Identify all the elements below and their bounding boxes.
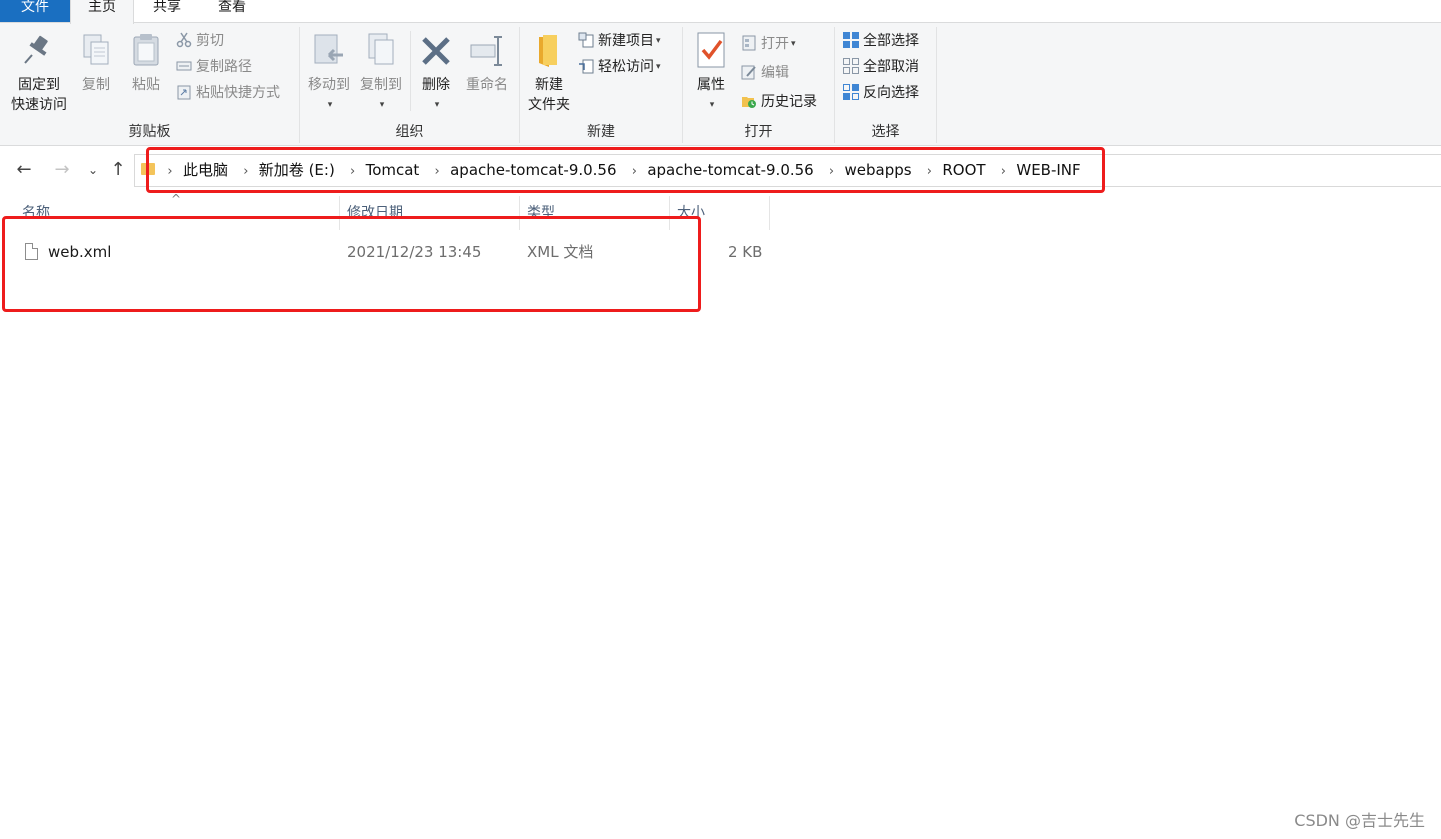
pin-label-line2: 快速访问 (11, 97, 67, 113)
properties-button[interactable]: 属性 ▾ (689, 29, 733, 115)
select-all-button[interactable]: 全部选择 (843, 30, 919, 52)
open-button[interactable]: 打开 ▾ (741, 33, 796, 55)
easy-access-dropdown-icon: ▾ (656, 62, 661, 72)
properties-label: 属性 (697, 77, 725, 93)
back-arrow-icon[interactable]: ← (13, 159, 35, 181)
rename-label: 重命名 (466, 77, 508, 93)
paste-shortcut-button[interactable]: 粘贴快捷方式 (176, 82, 280, 104)
move-to-icon (311, 29, 347, 71)
up-arrow-icon[interactable]: ↑ (107, 159, 129, 181)
folder-icon (531, 29, 567, 71)
invert-selection-label: 反向选择 (863, 85, 919, 101)
invert-selection-button[interactable]: 反向选择 (843, 82, 919, 104)
copy-to-label: 复制到 (360, 77, 402, 93)
group-open: 属性 ▾ 打开 ▾ 编辑 历史记录 打开 (683, 23, 834, 145)
button-divider (410, 31, 411, 111)
open-label: 打开 (761, 36, 789, 52)
file-size: 2 KB (728, 243, 763, 261)
easy-access-button[interactable]: 轻松访问 ▾ (578, 56, 661, 78)
properties-dropdown-icon: ▾ (709, 100, 715, 110)
new-folder-label-line1: 新建 (535, 77, 563, 93)
history-label: 历史记录 (761, 94, 817, 110)
paste-shortcut-icon (176, 84, 192, 100)
delete-button[interactable]: 删除 ▾ (416, 29, 456, 115)
delete-label: 删除 (422, 77, 450, 93)
delete-x-icon (418, 29, 454, 71)
edit-pencil-icon (741, 64, 757, 80)
tab-home[interactable]: 主页 (70, 0, 134, 24)
pin-label-line1: 固定到 (18, 77, 60, 93)
properties-checkmark-icon (693, 29, 729, 71)
group-divider (936, 27, 937, 143)
select-all-label: 全部选择 (863, 33, 919, 49)
group-label-clipboard: 剪贴板 (128, 124, 171, 140)
cut-label: 剪切 (196, 33, 224, 49)
select-all-icon (843, 32, 859, 48)
tab-share[interactable]: 共享 (134, 0, 200, 22)
move-to-button[interactable]: 移动到 ▾ (304, 29, 354, 115)
new-item-label: 新建项目 (598, 33, 654, 49)
cut-button[interactable]: 剪切 (176, 30, 224, 52)
new-folder-button[interactable]: 新建 文件夹 (524, 29, 574, 115)
copy-path-label: 复制路径 (196, 59, 252, 75)
paste-label: 粘贴 (132, 77, 160, 93)
copy-to-button[interactable]: 复制到 ▾ (356, 29, 406, 115)
paste-shortcut-label: 粘贴快捷方式 (196, 85, 280, 101)
history-icon (741, 93, 757, 109)
new-folder-label-line2: 文件夹 (528, 97, 570, 113)
group-organize: 移动到 ▾ 复制到 ▾ 删除 ▾ 重命名 组织 (300, 23, 519, 145)
invert-selection-icon (843, 84, 859, 100)
group-label-open: 打开 (744, 124, 773, 140)
paste-icon (128, 29, 164, 71)
easy-access-label: 轻松访问 (598, 59, 654, 75)
edit-button[interactable]: 编辑 (741, 62, 789, 84)
easy-access-icon (578, 58, 594, 74)
paste-button[interactable]: 粘贴 (126, 29, 166, 95)
tab-view[interactable]: 查看 (200, 0, 264, 22)
new-item-icon (578, 32, 594, 48)
group-select: 全部选择 全部取消 反向选择 选择 (835, 23, 936, 145)
highlight-box-address (146, 147, 1105, 193)
copy-label: 复制 (82, 77, 110, 93)
forward-arrow-icon[interactable]: → (51, 159, 73, 181)
column-divider[interactable] (769, 196, 770, 230)
copy-to-dropdown-icon: ▾ (379, 100, 385, 110)
sort-ascending-chevron-up-icon: ^ (171, 192, 182, 206)
open-dropdown-icon: ▾ (791, 39, 796, 49)
group-label-select: 选择 (871, 124, 900, 140)
select-none-button[interactable]: 全部取消 (843, 56, 919, 78)
copy-button[interactable]: 复制 (76, 29, 116, 95)
tab-file[interactable]: 文件 (0, 0, 70, 22)
group-label-organize: 组织 (395, 124, 424, 140)
pin-icon (21, 29, 57, 71)
ribbon: 固定到 快速访问 复制 粘贴 剪切 复制路径 粘贴快捷方式 剪贴板 移动到 ▾ … (0, 22, 1441, 146)
select-none-icon (843, 58, 859, 74)
history-button[interactable]: 历史记录 (741, 91, 817, 113)
select-none-label: 全部取消 (863, 59, 919, 75)
edit-label: 编辑 (761, 65, 789, 81)
new-item-button[interactable]: 新建项目 ▾ (578, 30, 661, 52)
rename-icon (469, 29, 505, 71)
copy-icon (78, 29, 114, 71)
delete-dropdown-icon: ▾ (434, 100, 440, 110)
highlight-box-files (2, 216, 701, 312)
recent-locations-chevron-down-icon[interactable]: ⌄ (82, 159, 104, 181)
open-icon (741, 35, 757, 51)
group-new: 新建 文件夹 新建项目 ▾ 轻松访问 ▾ 新建 (520, 23, 682, 145)
watermark: CSDN @吉士先生 (1294, 811, 1425, 830)
ribbon-tabs: 文件 主页 共享 查看 (0, 0, 1441, 24)
copy-path-icon (176, 58, 192, 74)
move-to-label: 移动到 (308, 77, 350, 93)
rename-button[interactable]: 重命名 (462, 29, 512, 95)
group-label-new: 新建 (587, 124, 615, 140)
copy-to-icon (363, 29, 399, 71)
move-to-dropdown-icon: ▾ (327, 100, 333, 110)
copy-path-button[interactable]: 复制路径 (176, 56, 252, 78)
group-clipboard: 固定到 快速访问 复制 粘贴 剪切 复制路径 粘贴快捷方式 剪贴板 (0, 23, 299, 145)
new-item-dropdown-icon: ▾ (656, 36, 661, 46)
pin-to-quick-access-button[interactable]: 固定到 快速访问 (6, 29, 72, 115)
scissors-icon (176, 32, 192, 48)
